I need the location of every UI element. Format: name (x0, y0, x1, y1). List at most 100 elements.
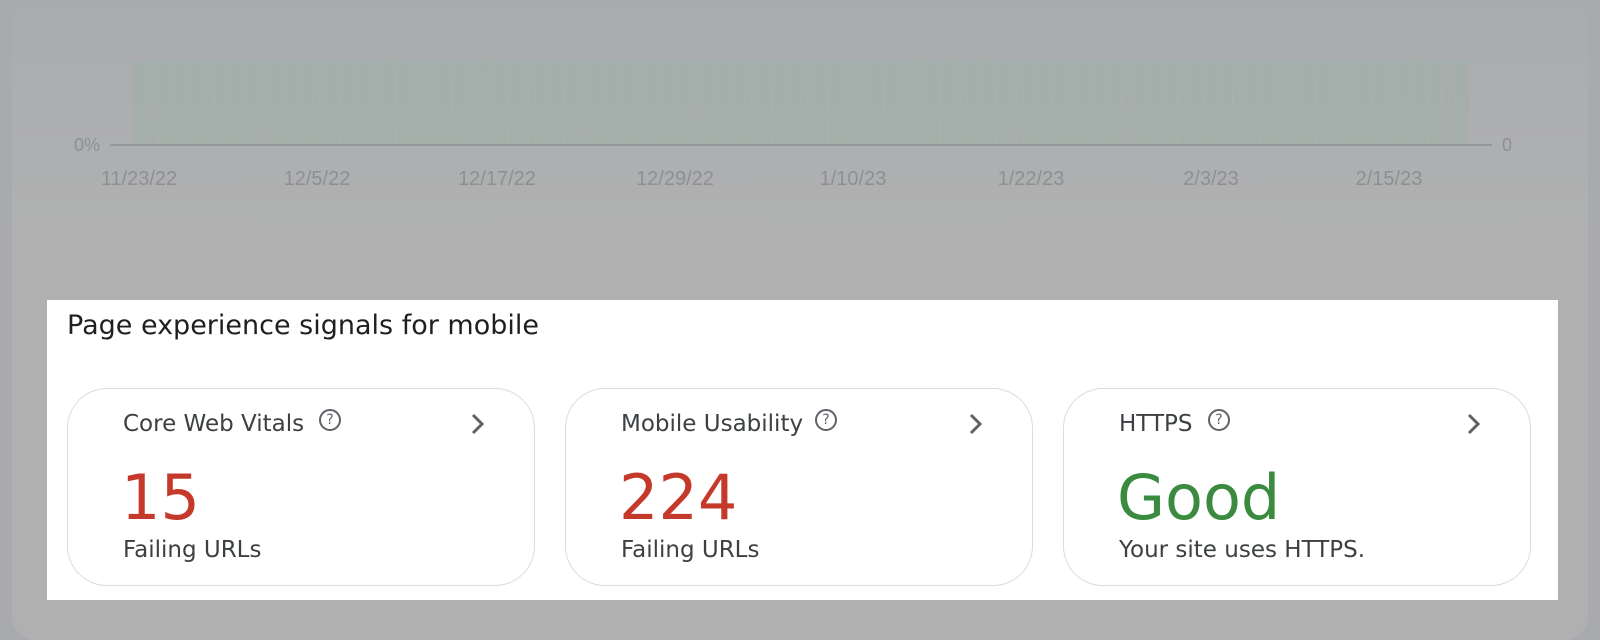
chart-bar (787, 60, 800, 145)
chart-bar (1024, 60, 1037, 145)
chart-bar (856, 60, 870, 145)
chart-bar (870, 60, 884, 145)
chart-bar (285, 60, 299, 145)
trend-chart: 0% 0 11/23/22 12/5/22 12/17/22 12/29/22 … (0, 0, 1600, 230)
chart-bar (424, 60, 438, 145)
chart-bar (1163, 60, 1177, 145)
chart-bar (550, 60, 563, 145)
chart-bar (1442, 60, 1455, 145)
chart-bar (508, 60, 522, 145)
chart-bar (313, 60, 326, 145)
chart-bar (1121, 60, 1135, 145)
chart-bar (884, 60, 898, 145)
chart-bar (940, 60, 954, 145)
card-value: Good (1117, 461, 1281, 534)
chart-bar (466, 60, 480, 145)
chart-bar (912, 60, 926, 145)
chart-bar (814, 60, 828, 145)
chart-bar (382, 60, 396, 145)
chart-bar (1177, 60, 1191, 145)
chart-bar (1191, 60, 1204, 145)
chart-bar (271, 60, 285, 145)
page-experience-section: Page experience signals for mobile Core … (47, 300, 1558, 600)
chart-bar (243, 60, 257, 145)
chart-bar (1316, 60, 1330, 145)
chart-bar (1386, 60, 1400, 145)
chart-bar (1135, 60, 1149, 145)
section-title: Page experience signals for mobile (67, 310, 539, 341)
chart-bar (145, 60, 159, 145)
chart-bar (689, 60, 703, 145)
chevron-right-icon[interactable] (468, 412, 488, 436)
chart-bar (1274, 60, 1288, 145)
x-tick-label: 12/5/22 (283, 168, 351, 190)
card-https[interactable]: HTTPS ? Good Your site uses HTTPS. (1063, 388, 1531, 586)
chart-bar (1010, 60, 1023, 145)
chart-bar (773, 60, 786, 145)
x-tick-label: 11/23/22 (100, 168, 178, 190)
chart-bar (1205, 60, 1218, 145)
card-mobile-usability[interactable]: Mobile Usability ? 224 Failing URLs (565, 388, 1033, 586)
chart-bar (1051, 60, 1065, 145)
chart-bar (968, 60, 981, 145)
chart-bar (926, 60, 940, 145)
chart-bar (1079, 60, 1093, 145)
y-axis-right-label: 0 (1502, 135, 1513, 155)
chart-bar (341, 60, 354, 145)
chart-bar (591, 60, 605, 145)
chart-bar (1428, 60, 1441, 145)
question-circle-icon[interactable]: ? (319, 409, 341, 431)
chevron-right-icon[interactable] (966, 412, 986, 436)
chart-bar (578, 60, 591, 145)
chart-plot (110, 60, 1492, 146)
x-tick-label: 2/3/23 (1183, 168, 1239, 190)
chart-bar (396, 60, 410, 145)
x-tick-label: 1/22/23 (997, 168, 1065, 190)
chart-bar (1288, 60, 1302, 145)
card-core-web-vitals[interactable]: Core Web Vitals ? 15 Failing URLs (67, 388, 535, 586)
chart-bar (1400, 60, 1414, 145)
chart-bar (187, 60, 201, 145)
chart-bar (982, 60, 995, 145)
chart-bar (215, 60, 229, 145)
chart-bar (564, 60, 577, 145)
chart-bar (480, 60, 494, 145)
chevron-right-icon[interactable] (1464, 412, 1484, 436)
chart-bar (1247, 60, 1260, 145)
card-label: HTTPS (1119, 411, 1193, 437)
chart-bar (201, 60, 215, 145)
chart-bar (452, 60, 466, 145)
x-tick-label: 2/15/23 (1355, 168, 1423, 190)
chart-bar (173, 60, 187, 145)
chart-bar (619, 60, 633, 145)
chart-bar (229, 60, 243, 145)
chart-bar (1344, 60, 1358, 145)
chart-bar (954, 60, 968, 145)
chart-bar (647, 60, 661, 145)
card-label: Mobile Usability (621, 411, 804, 437)
chart-bar (1330, 60, 1344, 145)
chart-bar (1414, 60, 1427, 145)
chart-bar (675, 60, 689, 145)
chart-bar (536, 60, 549, 145)
card-value: 15 (121, 461, 200, 534)
question-circle-icon[interactable]: ? (1208, 409, 1230, 431)
x-tick-label: 1/10/23 (819, 168, 887, 190)
chart-bar (368, 60, 382, 145)
question-circle-icon[interactable]: ? (815, 409, 837, 431)
chart-bar (494, 60, 508, 145)
chart-bar (801, 60, 814, 145)
chart-bar (1065, 60, 1079, 145)
chart-bar (132, 60, 145, 145)
chart-bar (1219, 60, 1232, 145)
chart-bar (522, 60, 535, 145)
chart-bar (633, 60, 647, 145)
chart-bar (410, 60, 424, 145)
chart-bar (717, 60, 731, 145)
chart-bar (299, 60, 312, 145)
chart-bar (1107, 60, 1121, 145)
chart-bar (759, 60, 772, 145)
chart-bar (1302, 60, 1316, 145)
chart-bar (703, 60, 717, 145)
x-tick-label: 12/17/22 (458, 168, 536, 190)
